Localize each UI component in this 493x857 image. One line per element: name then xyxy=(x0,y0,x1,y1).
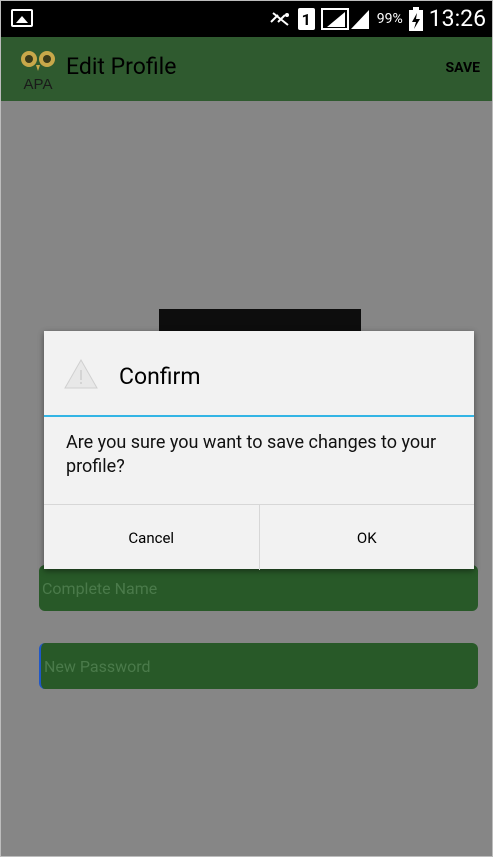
mute-icon xyxy=(270,12,289,26)
image-icon xyxy=(11,9,33,27)
status-bar: 1 99% 13:26 xyxy=(1,1,492,37)
new-password-input[interactable]: New Password xyxy=(39,643,478,689)
ok-button[interactable]: OK xyxy=(258,505,475,570)
cancel-button[interactable]: Cancel xyxy=(44,505,259,570)
dialog-buttons: Cancel OK xyxy=(44,504,474,570)
dialog-title: Confirm xyxy=(119,363,201,390)
new-password-placeholder: New Password xyxy=(44,656,151,676)
action-bar: APA Edit Profile SAVE xyxy=(1,37,492,101)
save-button[interactable]: SAVE xyxy=(446,60,481,76)
complete-name-input[interactable]: Complete Name xyxy=(39,565,478,611)
clock: 13:26 xyxy=(428,5,486,32)
complete-name-placeholder: Complete Name xyxy=(42,578,158,598)
battery-percent: 99% xyxy=(376,11,403,27)
confirm-dialog: Confirm Are you sure you want to save ch… xyxy=(44,331,474,570)
phone-screen: 1 99% 13:26 APA Edit Profile SAVE Comple… xyxy=(0,0,493,857)
dialog-message: Are you sure you want to save changes to… xyxy=(66,432,437,477)
dialog-divider xyxy=(44,415,474,417)
status-icons: 1 99% 13:26 xyxy=(268,1,486,37)
sim-icon: 1 xyxy=(297,8,315,30)
battery-icon xyxy=(408,7,423,31)
signal-icon xyxy=(320,8,369,30)
page-title: Edit Profile xyxy=(66,53,177,80)
warning-icon xyxy=(64,359,98,389)
svg-text:APA: APA xyxy=(24,76,53,93)
owl-logo-icon: APA xyxy=(21,51,55,93)
dialog-header: Confirm xyxy=(44,331,474,416)
